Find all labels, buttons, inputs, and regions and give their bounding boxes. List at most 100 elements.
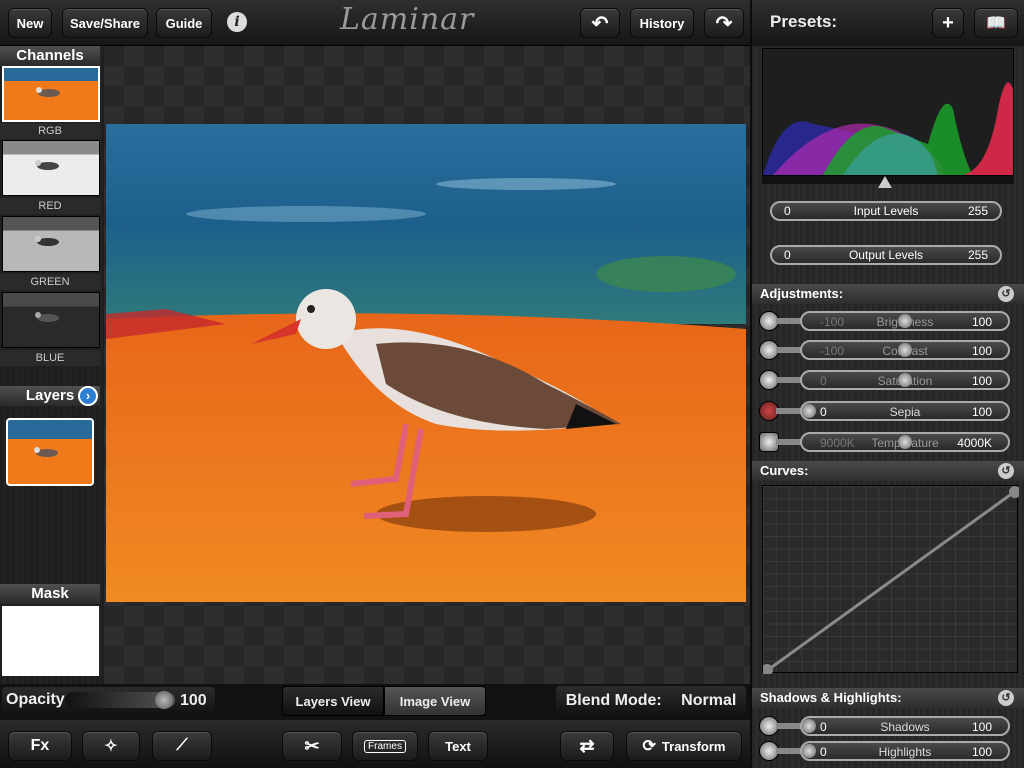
image-view-tab[interactable]: Image View [384,686,486,716]
histogram [762,48,1014,176]
blend-mode-value: Normal [681,692,737,709]
presets-library-button[interactable]: 📖 [974,8,1018,38]
blend-mode-selector[interactable]: Blend Mode: Normal [556,686,746,716]
channel-label-rgb: RGB [0,123,100,139]
contrast-max: 100 [971,344,992,358]
saturation-max: 100 [971,374,992,388]
save-share-button[interactable]: Save/Share [62,8,148,38]
history-button[interactable]: History [630,8,694,38]
channel-thumb-green[interactable] [2,216,100,272]
app-logo: Laminar [340,2,475,37]
input-levels-slider[interactable]: 0 Input Levels 255 [770,201,1002,221]
curve-line [761,486,1021,676]
channel-thumb-rgb[interactable] [2,66,100,122]
crop-button[interactable]: ✂ [282,731,342,761]
curves-reset-icon[interactable]: ↺ [998,463,1014,479]
sepia-connector [776,408,802,414]
brightness-connector [776,318,802,324]
presets-title: Presets: [770,12,838,31]
curves-graph[interactable] [761,485,1021,676]
book-icon: 📖 [986,15,1006,32]
channel-label-red: RED [0,198,100,214]
shadows-highlights-title: Shadows & Highlights: [760,690,902,705]
channel-thumb-blue[interactable] [2,292,100,348]
layers-view-tab[interactable]: Layers View [282,686,384,716]
mask-thumb[interactable] [2,606,99,676]
bird-thumbnail [35,312,59,322]
highlights-slider[interactable]: 0 Highlights 100 [800,741,1010,761]
add-preset-button[interactable]: + [932,8,964,38]
input-levels-label: Input Levels [853,204,919,218]
output-levels-label: Output Levels [848,248,924,262]
redo-icon: ↷ [715,12,733,35]
layer-thumb[interactable] [6,418,94,486]
magic-wand-button[interactable]: ✧ [82,731,140,761]
frames-button[interactable]: Frames [352,731,418,761]
opacity-slider-knob[interactable] [155,691,173,709]
channel-label-green: GREEN [0,274,100,290]
channel-label-blue: BLUE [0,350,100,366]
frames-label: Frames [364,739,406,753]
undo-button[interactable]: ↶ [580,8,620,38]
blend-mode-label: Blend Mode: [565,692,662,709]
shadows-highlights-reset-icon[interactable]: ↺ [998,690,1014,706]
bird-thumbnail [35,160,59,170]
brush-button[interactable]: ⟋ [152,731,212,761]
adjustments-header: Adjustments: ↺ [752,284,1024,304]
sepia-knob[interactable] [802,404,816,418]
magic-wand-icon: ✧ [104,738,118,755]
brush-icon: ⟋ [176,737,188,754]
info-icon[interactable]: i [227,12,247,32]
bird-thumbnail [34,447,58,457]
opacity-value: 100 [180,692,207,709]
shadows-knob[interactable] [802,719,816,733]
mask-header: Mask [0,584,100,604]
brightness-knob[interactable] [898,314,912,328]
brightness-max: 100 [971,315,992,329]
transform-label: Transform [661,738,726,754]
fx-button[interactable]: Fx [8,731,72,761]
sepia-max: 100 [971,405,992,419]
photo-image[interactable] [106,124,746,602]
curves-header: Curves: ↺ [752,461,1024,481]
new-button[interactable]: New [8,8,52,38]
layers-title: Layers [25,387,75,404]
saturation-slider[interactable]: 0 Saturation 100 [800,370,1010,390]
saturation-connector [776,377,802,383]
flip-button[interactable]: ⇄ [560,731,614,761]
highlights-knob[interactable] [802,744,816,758]
channels-header: Channels [0,46,100,66]
bird-thumbnail [35,236,59,246]
bird-thumbnail [36,87,60,97]
histogram-graph [763,82,1013,175]
text-button[interactable]: Text [428,731,488,761]
saturation-knob[interactable] [898,373,912,387]
curves-title: Curves: [760,463,809,478]
contrast-slider[interactable]: -100 Contrast 100 [800,340,1010,360]
adjustments-title: Adjustments: [760,286,844,301]
adjustments-reset-icon[interactable]: ↺ [998,286,1014,302]
contrast-knob[interactable] [898,343,912,357]
rotate-icon: ⟳ [642,738,656,755]
temperature-connector [776,439,802,445]
opacity-label: Opacity [6,691,65,708]
shadows-slider[interactable]: 0 Shadows 100 [800,716,1010,736]
guide-button[interactable]: Guide [156,8,212,38]
brightness-slider[interactable]: -100 Brightness 100 [800,311,1010,331]
scissors-icon: ✂ [304,735,320,756]
midtone-marker-icon[interactable] [878,176,892,188]
shadows-connector [776,723,802,729]
undo-icon: ↶ [591,12,609,35]
contrast-connector [776,347,802,353]
redo-button[interactable]: ↷ [704,8,744,38]
left-sidebar: Channels RGB RED GREEN BLUE Layers › Mas… [0,46,104,684]
temperature-knob[interactable] [898,435,912,449]
sepia-slider[interactable]: 0 Sepia 100 [800,401,1010,421]
temperature-slider[interactable]: 9000K Temperature 4000K [800,432,1010,452]
channel-thumb-red[interactable] [2,140,100,196]
layers-expand-icon[interactable]: › [78,386,98,406]
shadows-highlights-header: Shadows & Highlights: ↺ [752,688,1024,708]
transform-button[interactable]: ⟳ Transform [626,731,742,761]
temperature-max: 4000K [957,436,992,450]
output-levels-slider[interactable]: 0 Output Levels 255 [770,245,1002,265]
